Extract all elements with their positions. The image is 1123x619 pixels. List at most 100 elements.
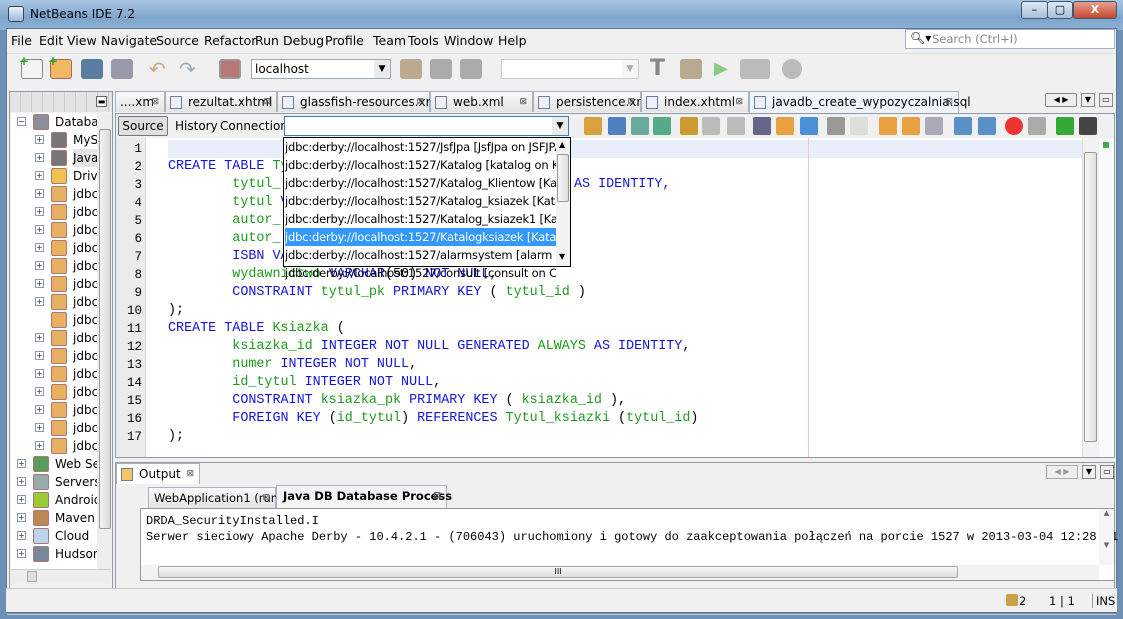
find-icon[interactable] [753, 117, 771, 135]
tree-item[interactable]: + jdbc [11, 383, 97, 401]
tab-list-button[interactable]: ▼ [1081, 93, 1095, 107]
tab-java-db-process[interactable]: Java DB Database Process ⊠ [276, 485, 452, 508]
editor-tab[interactable]: glassfish-resources.xml ⊠ [277, 91, 441, 112]
explain-plan-icon[interactable] [608, 117, 626, 135]
expand-icon[interactable]: + [17, 477, 26, 486]
find-selection-icon[interactable] [680, 117, 698, 135]
scroll-thumb[interactable] [27, 571, 37, 582]
tree-horizontal-scrollbar[interactable] [11, 569, 111, 583]
search-icon[interactable]: 🔍︎▾ [910, 31, 931, 45]
close-button[interactable]: X [1073, 1, 1117, 19]
expand-icon[interactable]: + [35, 297, 44, 306]
close-tab-icon[interactable]: ⊠ [151, 92, 159, 112]
expand-icon[interactable]: + [35, 243, 44, 252]
output-list-button[interactable]: ▼ [1082, 465, 1096, 479]
connection-option[interactable]: jdbc:derby://localhost:1527/alarmsystem … [285, 246, 556, 264]
expand-icon[interactable]: + [35, 333, 44, 342]
tree-item[interactable]: + jdbc [11, 257, 97, 275]
scroll-thumb[interactable] [1084, 152, 1097, 442]
editor-tab[interactable]: rezultat.xhtml ⊠ [165, 91, 277, 112]
expand-icon[interactable]: + [17, 459, 26, 468]
output-text-area[interactable]: DRDA_SecurityInstalled.I Serwer sieciowy… [140, 508, 1118, 581]
error-stripe[interactable] [1099, 138, 1114, 457]
deploy-icon[interactable] [400, 59, 422, 79]
maximize-editor-button[interactable]: ▭ [1099, 93, 1113, 107]
notifications-count[interactable]: 2 [1019, 594, 1026, 608]
execute-sql-icon[interactable] [584, 117, 602, 135]
close-tab-icon[interactable]: ⊠ [519, 92, 527, 112]
server2-icon[interactable] [460, 59, 482, 79]
new-project-icon[interactable]: + [48, 54, 72, 79]
menu-refactor[interactable]: Refactor [204, 33, 256, 48]
scroll-up-icon[interactable]: ▲ [559, 140, 565, 149]
expand-icon[interactable]: + [35, 441, 44, 450]
expand-icon[interactable]: + [35, 261, 44, 270]
prev-icon[interactable] [702, 117, 720, 135]
connection-option[interactable]: jdbc:derby://localhost:1527/consult [con… [285, 264, 556, 282]
redo-icon[interactable]: ↷ [179, 59, 201, 79]
expand-icon[interactable]: + [35, 405, 44, 414]
stop-macro-icon[interactable] [1028, 117, 1046, 135]
editor-vertical-scrollbar[interactable] [1082, 138, 1098, 457]
output-tab[interactable]: Output ⊠ [116, 463, 200, 484]
shift-right-icon[interactable] [978, 117, 996, 135]
tree-item[interactable]: + Web Ser [11, 455, 97, 473]
close-tab-icon[interactable]: ⊠ [186, 464, 194, 484]
close-tab-icon[interactable]: ⊠ [627, 92, 635, 112]
expand-icon[interactable]: + [35, 171, 44, 180]
notifications-icon[interactable] [1006, 594, 1018, 606]
editor-area[interactable]: 1 2 CREATE TABLE Ty 3 tytul_ AS IDENTITY, 4 t… [116, 138, 1082, 457]
open-project-icon[interactable] [81, 59, 103, 79]
next-occurrence-icon[interactable] [800, 117, 818, 135]
editor-tab[interactable]: javadb_create_wypozyczalnia.sql ⊠ [749, 91, 971, 113]
prev-occurrence-icon[interactable] [776, 117, 794, 135]
run-icon[interactable]: ▶ [714, 59, 736, 79]
minimize-panel-button[interactable]: ▬ [96, 96, 107, 107]
connection-option[interactable]: jdbc:derby://localhost:1527/Katalog_ksia… [285, 192, 556, 210]
close-tab-icon[interactable]: ⊠ [945, 92, 953, 112]
output-vertical-scrollbar[interactable]: ▲ ▼ [1099, 509, 1114, 565]
expand-icon[interactable]: + [35, 153, 44, 162]
project-combo[interactable]: ▼ [501, 59, 639, 79]
output-nav-buttons[interactable]: ◀ ▶ [1046, 465, 1078, 479]
close-tab-icon[interactable]: ⊠ [735, 92, 743, 112]
expand-icon[interactable]: + [35, 369, 44, 378]
close-tab-icon[interactable]: ⊠ [416, 92, 424, 112]
tree-item[interactable]: + jdbc [11, 401, 97, 419]
server-icon[interactable] [430, 59, 452, 79]
editor-tab[interactable]: ....xm ⊠ [115, 91, 165, 112]
connect-icon[interactable] [653, 117, 671, 135]
tree-item[interactable]: + jdbc [11, 293, 97, 311]
minimize-button[interactable]: – [1021, 1, 1048, 19]
menu-help[interactable]: Help [498, 33, 527, 48]
uncomment-icon[interactable] [1079, 117, 1097, 135]
tree-item[interactable]: + MyS [11, 131, 97, 149]
connection-combo[interactable]: ▼ [284, 116, 569, 136]
history-button[interactable]: History [175, 119, 218, 133]
menu-tools[interactable]: Tools [408, 33, 439, 48]
collapse-icon[interactable]: − [17, 117, 26, 126]
tree-item[interactable]: + Cloud [11, 527, 97, 545]
expand-icon[interactable]: + [17, 531, 26, 540]
tree-item[interactable]: + jdbc [11, 329, 97, 347]
next-icon[interactable] [727, 117, 745, 135]
expand-icon[interactable]: + [17, 513, 26, 522]
output-horizontal-scrollbar[interactable]: III [141, 565, 1099, 580]
maximize-button[interactable]: ▢ [1047, 1, 1073, 19]
tree-item[interactable]: + jdbc [11, 365, 97, 383]
connection-option[interactable]: jdbc:derby://localhost:1527/Katalog_Klie… [285, 174, 556, 192]
menu-team[interactable]: Team [373, 33, 406, 48]
tree-item[interactable]: + jdbc [11, 221, 97, 239]
tree-item[interactable]: + jdbc [11, 347, 97, 365]
next-bookmark-icon[interactable] [902, 117, 920, 135]
expand-icon[interactable]: + [35, 189, 44, 198]
expand-icon[interactable]: + [35, 351, 44, 360]
close-project-icon[interactable] [111, 59, 133, 79]
editor-tab[interactable]: persistence.xml ⊠ [533, 91, 651, 112]
record-macro-icon[interactable] [1005, 117, 1023, 135]
build-icon[interactable]: T [650, 58, 672, 80]
tree-item[interactable]: jdbc [11, 311, 97, 329]
menu-view[interactable]: View [67, 33, 97, 48]
tree-item[interactable]: + Maven F [11, 509, 97, 527]
menu-source[interactable]: Source [156, 33, 199, 48]
